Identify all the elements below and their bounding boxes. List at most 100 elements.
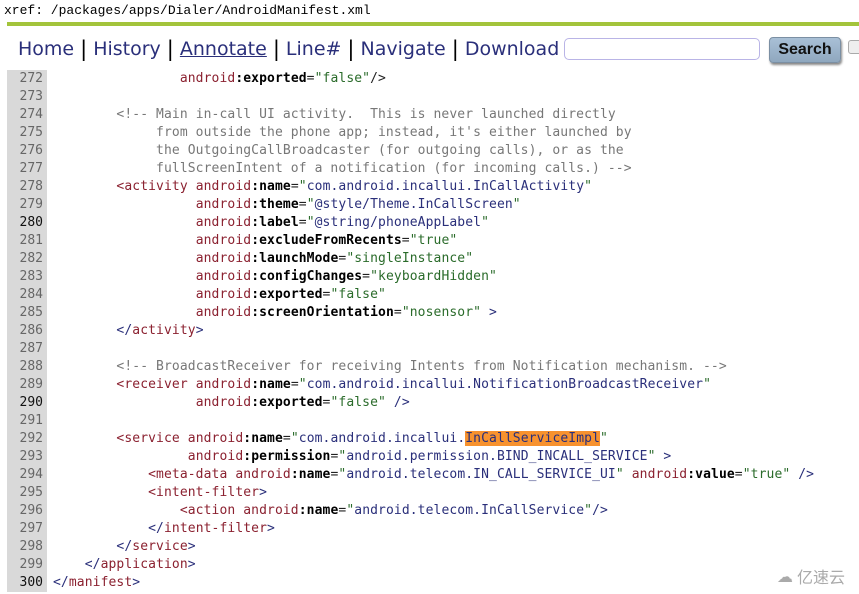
code-token: android xyxy=(195,395,252,410)
line-number-link[interactable]: 277 xyxy=(7,160,47,178)
code-token: "false" xyxy=(330,395,386,410)
line-number-link[interactable]: 296 xyxy=(7,502,47,520)
code-token: the OutgoingCallBroadcaster (for outgoin… xyxy=(156,143,624,158)
code-line: 282 android:launchMode="singleInstance" xyxy=(7,250,859,268)
code-token: "true" xyxy=(409,233,458,248)
code-token: :name xyxy=(298,503,339,518)
code-token: :name xyxy=(251,179,291,194)
code-token: = xyxy=(282,431,291,446)
line-number-link[interactable]: 274 xyxy=(7,106,47,124)
line-number-link[interactable]: 276 xyxy=(7,142,47,160)
nav-home-link[interactable]: Home xyxy=(18,38,74,60)
code-token: :configChanges xyxy=(251,269,363,284)
search-option-checkbox[interactable] xyxy=(848,40,859,54)
code-text: </application> xyxy=(47,556,196,574)
watermark-text: 亿速云 xyxy=(796,568,845,587)
line-number-link[interactable]: 275 xyxy=(7,124,47,142)
code-text: the OutgoingCallBroadcaster (for outgoin… xyxy=(47,142,624,160)
nav-separator: | xyxy=(451,37,459,61)
nav-line-numbers-link[interactable]: Line# xyxy=(286,38,342,60)
code-token: " xyxy=(298,377,307,392)
line-number-link[interactable]: 281 xyxy=(7,232,47,250)
code-line: 272 android:exported="false"/> xyxy=(7,70,859,88)
code-token: fullScreenIntent of a notification (for … xyxy=(156,161,632,176)
line-number-link[interactable]: 299 xyxy=(7,556,47,574)
code-token: " xyxy=(615,467,624,482)
code-token: :exported xyxy=(235,71,307,86)
code-line: 276 the OutgoingCallBroadcaster (for out… xyxy=(7,142,859,160)
code-token: "nosensor" xyxy=(401,305,482,320)
code-text: android:screenOrientation="nosensor" > xyxy=(47,304,497,322)
line-number-link[interactable]: 279 xyxy=(7,196,47,214)
code-token: android xyxy=(179,71,236,86)
code-line: 295 <intent-filter> xyxy=(7,484,859,502)
line-number-link[interactable]: 278 xyxy=(7,178,47,196)
code-token: android.telecom.InCallService xyxy=(354,503,585,518)
line-number-link[interactable]: 291 xyxy=(7,412,47,430)
line-number-link[interactable]: 292 xyxy=(7,430,47,448)
line-number-link[interactable]: 283 xyxy=(7,268,47,286)
xref-path: xref: /packages/apps/Dialer/AndroidManif… xyxy=(4,3,371,18)
code-token: <!-- Main in-call UI activity. This is n… xyxy=(116,107,616,122)
code-token: :exported xyxy=(251,395,323,410)
code-line: 287 xyxy=(7,340,859,358)
nav-download-link[interactable]: Download xyxy=(465,38,559,60)
code-token: > xyxy=(195,323,204,338)
code-line: 290 android:exported="false" /> xyxy=(7,394,859,412)
line-number-link[interactable]: 297 xyxy=(7,520,47,538)
code-token: = xyxy=(290,179,299,194)
line-number-link[interactable]: 285 xyxy=(7,304,47,322)
search-button[interactable]: Search xyxy=(769,37,841,63)
code-token: :exported xyxy=(251,287,323,302)
line-number-link[interactable]: 300 xyxy=(7,574,47,592)
code-token: <receiver xyxy=(116,377,196,392)
code-line: 279 android:theme="@style/Theme.InCallSc… xyxy=(7,196,859,214)
code-token: :launchMode xyxy=(251,251,339,266)
code-text: <meta-data android:name="android.telecom… xyxy=(47,466,814,484)
code-token: <meta-data xyxy=(148,467,236,482)
code-token: android xyxy=(195,269,252,284)
code-token: </ xyxy=(148,521,164,536)
line-number-link[interactable]: 288 xyxy=(7,358,47,376)
search-input[interactable] xyxy=(564,38,760,60)
nav-history-link[interactable]: History xyxy=(93,38,161,60)
line-number-link[interactable]: 272 xyxy=(7,70,47,88)
code-token: com.android.incallui.InCallActivity xyxy=(306,179,585,194)
code-text: <receiver android:name="com.android.inca… xyxy=(47,376,711,394)
line-number-link[interactable]: 290 xyxy=(7,394,47,412)
line-number-link[interactable]: 284 xyxy=(7,286,47,304)
line-number-link[interactable]: 286 xyxy=(7,322,47,340)
line-number-link[interactable]: 298 xyxy=(7,538,47,556)
code-text: </activity> xyxy=(47,322,204,340)
code-token: > xyxy=(187,539,196,554)
code-token: android xyxy=(195,197,252,212)
line-number-link[interactable]: 294 xyxy=(7,466,47,484)
code-token: "singleInstance" xyxy=(346,251,474,266)
nav-navigate-link[interactable]: Navigate xyxy=(361,38,446,60)
code-text: <!-- Main in-call UI activity. This is n… xyxy=(47,106,616,124)
code-text: android:permission="android.permission.B… xyxy=(47,448,671,466)
nav-annotate-link[interactable]: Annotate xyxy=(180,38,267,60)
code-token: <activity xyxy=(116,179,196,194)
code-token: com.android.incallui.NotificationBroadca… xyxy=(306,377,704,392)
line-number-link[interactable]: 295 xyxy=(7,484,47,502)
line-number-link[interactable]: 282 xyxy=(7,250,47,268)
code-token: " xyxy=(481,215,490,230)
line-number-link[interactable]: 280 xyxy=(7,214,47,232)
code-token: android xyxy=(187,431,244,446)
line-number-link[interactable]: 293 xyxy=(7,448,47,466)
code-token: @string/phoneAppLabel xyxy=(314,215,482,230)
code-token: = xyxy=(734,467,743,482)
line-number-link[interactable]: 287 xyxy=(7,340,47,358)
code-text: <service android:name="com.android.incal… xyxy=(47,430,608,448)
line-number-link[interactable]: 289 xyxy=(7,376,47,394)
line-number-link[interactable]: 273 xyxy=(7,88,47,106)
